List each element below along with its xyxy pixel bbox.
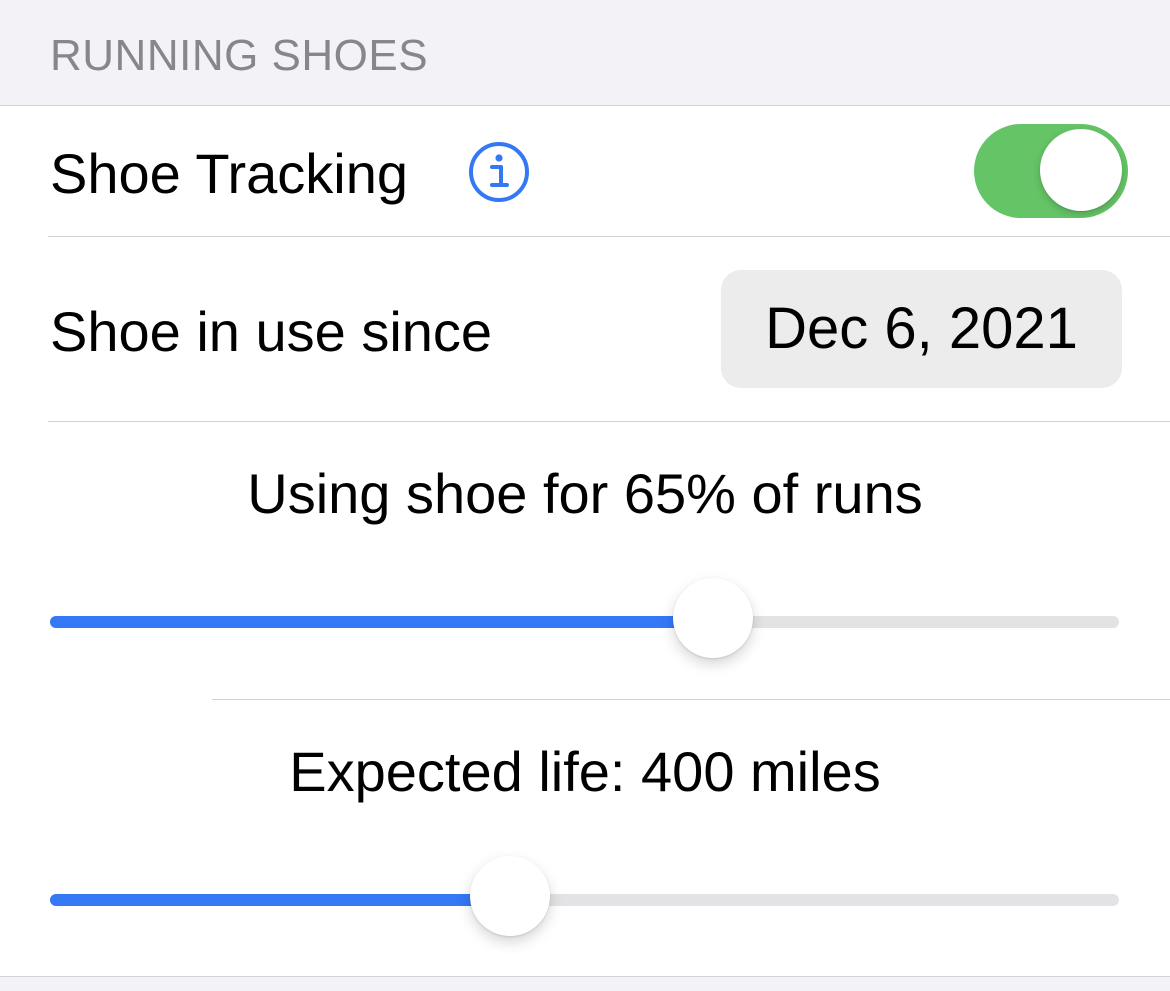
settings-page: RUNNING SHOES Shoe Tracking Shoe in use … <box>0 0 1170 991</box>
usage-slider-title: Using shoe for 65% of runs <box>247 462 923 525</box>
expected-life-slider-thumb[interactable] <box>469 856 550 936</box>
toggle-knob <box>1040 129 1122 211</box>
row-separator <box>48 236 1170 237</box>
in-use-since-label: Shoe in use since <box>50 300 493 363</box>
row-separator <box>48 421 1170 422</box>
info-circle-icon[interactable] <box>468 141 530 203</box>
running-shoes-group: Shoe Tracking Shoe in use since Using sh… <box>0 105 1170 977</box>
date-picker-button[interactable]: Dec 6, 2021 <box>721 270 1122 388</box>
usage-slider-fill <box>50 616 713 628</box>
expected-life-slider-fill <box>50 894 510 906</box>
section-header-title: RUNNING SHOES <box>50 31 429 80</box>
shoe-tracking-label: Shoe Tracking <box>50 142 408 205</box>
date-picker-value: Dec 6, 2021 <box>765 296 1078 361</box>
usage-slider-track[interactable] <box>50 616 1119 628</box>
expected-life-slider-title: Expected life: 400 miles <box>289 740 881 803</box>
row-separator <box>212 699 1170 700</box>
expected-life-slider-track[interactable] <box>50 894 1119 906</box>
usage-slider-thumb[interactable] <box>672 578 753 658</box>
section-header: RUNNING SHOES <box>0 0 1170 105</box>
shoe-tracking-toggle[interactable] <box>974 124 1128 218</box>
